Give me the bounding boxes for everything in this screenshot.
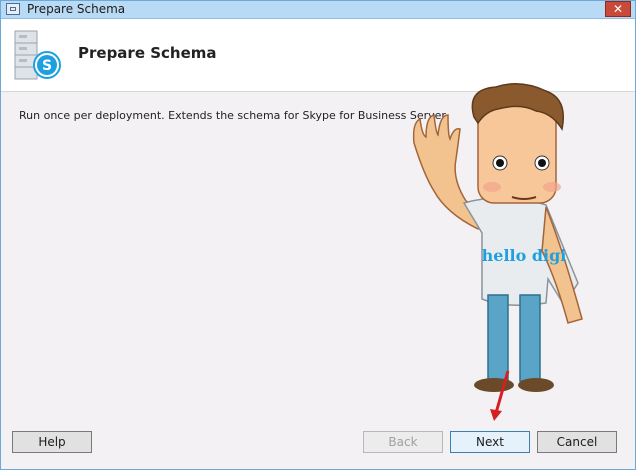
shirt-text: hello digi <box>482 246 567 265</box>
annotation-arrow <box>490 370 510 421</box>
page-title: Prepare Schema <box>78 44 217 62</box>
help-button[interactable]: Help <box>12 431 92 453</box>
next-button[interactable]: Next <box>450 431 530 453</box>
title-bar: Prepare Schema ✕ <box>1 1 635 19</box>
waving-mascot-illustration: hello digi <box>412 83 583 392</box>
cancel-button[interactable]: Cancel <box>537 431 617 453</box>
window-title: Prepare Schema <box>27 2 126 16</box>
wizard-header: S Prepare Schema <box>1 19 635 92</box>
back-button[interactable]: Back <box>363 431 443 453</box>
svg-text:S: S <box>42 58 52 74</box>
skype-server-icon: S <box>14 30 61 80</box>
app-window-icon <box>6 3 20 15</box>
description-text: Run once per deployment. Extends the sch… <box>19 109 449 122</box>
prepare-schema-window: Prepare Schema ✕ S Prepare Schema Run on… <box>0 0 636 470</box>
close-button[interactable]: ✕ <box>605 1 631 17</box>
